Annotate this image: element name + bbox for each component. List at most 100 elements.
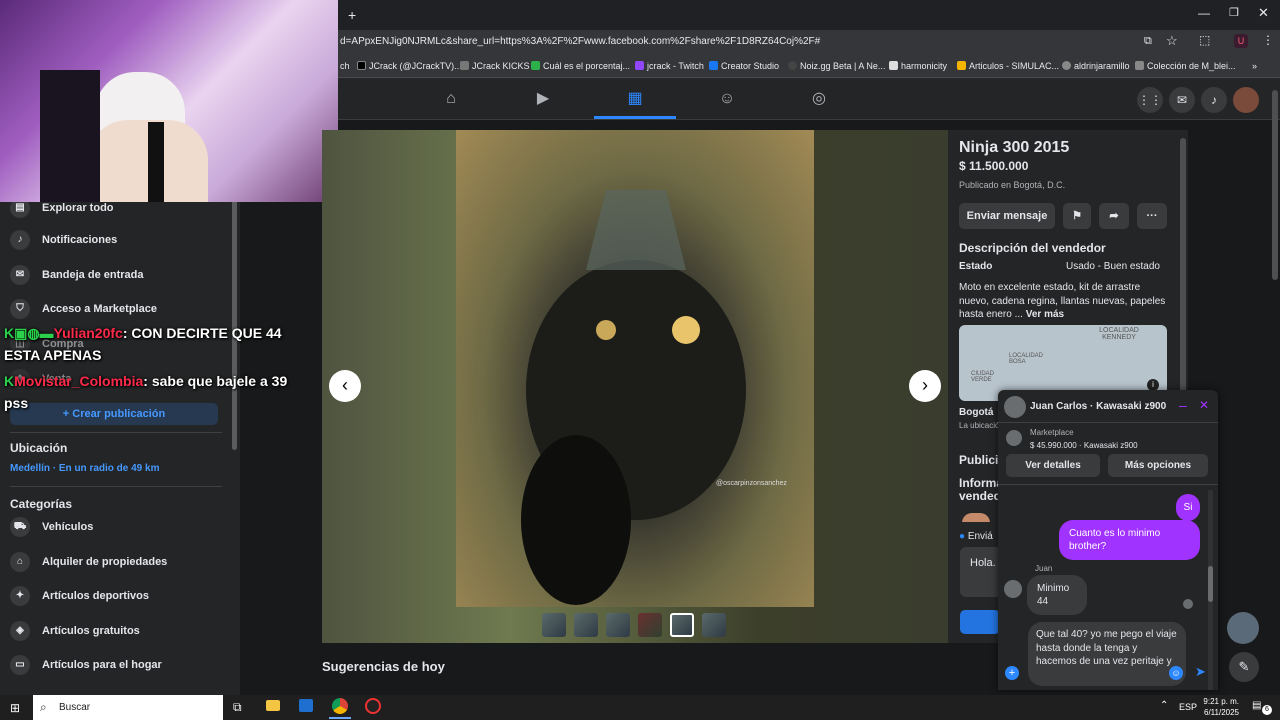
notification-icon[interactable]: ▤ [1252, 700, 1261, 711]
photo-thumbnail[interactable] [702, 613, 726, 637]
chat-scrollbar[interactable] [1208, 566, 1213, 602]
view-details-button[interactable]: Ver detalles [1006, 454, 1100, 477]
prev-photo-button[interactable]: ‹ [329, 370, 361, 402]
bookmark-item[interactable]: JCrack (@JCrackTV)... [357, 61, 462, 71]
category-rentals[interactable]: ⌂ Alquiler de propiedades [10, 552, 167, 572]
bookmarks-more[interactable]: » [1252, 61, 1257, 71]
marketplace-label: Marketplace [1030, 428, 1074, 437]
listing-price: $ 11.500.000 [959, 159, 1029, 173]
chair-shape [40, 70, 100, 202]
send-icon[interactable]: ➤ [1195, 664, 1206, 680]
sidebar-item-notifications[interactable]: ♪ Notificaciones [10, 230, 117, 250]
gaming-icon[interactable]: ◎ [808, 88, 830, 110]
bell-icon[interactable]: ♪ [1201, 87, 1227, 113]
search-placeholder: Buscar [59, 702, 91, 713]
minimize-chat-icon[interactable]: – [1179, 397, 1187, 413]
bookmark-item[interactable]: Noiz.gg Beta | A Ne... [788, 61, 885, 71]
message-box-area: ● Enviá Hola. [949, 522, 1020, 643]
send-button[interactable] [960, 610, 1000, 634]
close-icon[interactable]: ✕ [1258, 5, 1269, 21]
install-icon[interactable]: ⧉ [1144, 35, 1152, 48]
restore-icon[interactable]: ❐ [1229, 6, 1239, 19]
condition-label: Estado [959, 261, 993, 272]
see-more-link[interactable]: Ver más [1026, 309, 1064, 320]
more-options-icon[interactable]: ··· [1137, 203, 1167, 229]
profile-icon[interactable]: U [1234, 34, 1248, 48]
file-explorer-icon[interactable] [266, 700, 280, 711]
star-icon[interactable]: ☆ [1166, 33, 1178, 49]
bookmark-item[interactable]: JCrack KICKS [460, 61, 530, 71]
obs-icon[interactable] [365, 698, 381, 714]
x-icon [357, 61, 366, 70]
marketplace-icon[interactable]: ▦ [624, 88, 646, 110]
clock-time[interactable]: 9:21 p. m. [1203, 697, 1239, 706]
close-chat-icon[interactable]: ✕ [1199, 398, 1209, 412]
category-vehicles[interactable]: ⛟ Vehículos [10, 517, 93, 537]
car-icon: ⛟ [10, 517, 30, 537]
photo-thumbnail[interactable] [670, 613, 694, 637]
extensions-icon[interactable]: ⬚ [1199, 33, 1210, 47]
location-link[interactable]: Medellín · En un radio de 49 km [10, 463, 159, 474]
home-icon[interactable]: ⌂ [440, 88, 462, 110]
menu-grid-icon[interactable]: ⋮⋮ [1137, 87, 1163, 113]
condition-value: Usado - Buen estado [1066, 261, 1160, 272]
description-title: Descripción del vendedor [959, 241, 1106, 255]
chat-avatar[interactable] [1004, 396, 1026, 418]
more-options-button[interactable]: Más opciones [1108, 454, 1208, 477]
drive-icon [957, 61, 966, 70]
chevron-up-icon[interactable]: ⌃ [1160, 700, 1168, 711]
messenger-icon[interactable]: ✉ [1169, 87, 1195, 113]
page-icon [1135, 61, 1144, 70]
message-bubble-sent: Cuanto es lo minimo brother? [1059, 520, 1200, 560]
next-photo-button[interactable]: › [909, 370, 941, 402]
add-icon[interactable]: + [1005, 666, 1019, 680]
category-free[interactable]: ◈ Artículos gratuitos [10, 621, 140, 641]
photo-thumbnail[interactable] [542, 613, 566, 637]
language-indicator[interactable]: ESP [1179, 702, 1197, 712]
sidebar-item-access[interactable]: ⛉ Acceso a Marketplace [10, 299, 157, 319]
photo-thumbnail[interactable] [606, 613, 630, 637]
badge-icon: K▣◍▬ [4, 325, 54, 341]
product-label: $ 45.990.000 · Kawasaki z900 [1030, 441, 1138, 450]
task-view-icon[interactable]: ⧉ [233, 700, 242, 715]
chrome-icon[interactable] [332, 698, 348, 714]
badge-icon: K [4, 373, 15, 389]
photo-thumbnail[interactable] [574, 613, 598, 637]
page-scrollbar[interactable] [1272, 90, 1278, 280]
photo-thumbnail[interactable] [638, 613, 662, 637]
outlook-icon[interactable] [299, 699, 313, 712]
category-sports[interactable]: ✦ Artículos deportivos [10, 586, 149, 606]
message-bubble-sent: Si [1176, 494, 1200, 521]
chat-draft-input[interactable]: Que tal 40? yo me pego el viaje hasta do… [1028, 622, 1186, 686]
emoji-icon[interactable]: ☺ [1169, 666, 1183, 680]
share-icon[interactable]: ➦ [1099, 203, 1129, 229]
video-icon[interactable]: ▶ [532, 88, 554, 110]
save-icon[interactable]: ⚑ [1063, 203, 1091, 229]
menu-icon[interactable]: ⋮ [1262, 33, 1274, 47]
category-home[interactable]: ▭ Artículos para el hogar [10, 655, 162, 675]
clock-date[interactable]: 6/11/2025 [1203, 708, 1239, 717]
bookmark-item[interactable]: Colección de M_blei... [1135, 61, 1236, 71]
minimize-icon[interactable]: — [1198, 6, 1210, 20]
windows-start-icon[interactable]: ⊞ [10, 701, 20, 715]
bookmark-item[interactable]: Cuál es el porcentaj... [531, 61, 630, 71]
send-message-button[interactable]: Enviar mensaje [959, 203, 1055, 229]
chat-header-title[interactable]: Juan Carlos · Kawasaki z900 [1030, 401, 1166, 412]
new-message-icon[interactable]: ✎ [1229, 652, 1259, 682]
avatar[interactable] [1233, 87, 1259, 113]
new-tab-button[interactable]: + [348, 7, 356, 23]
bookmark-item[interactable]: harmonicity [889, 61, 947, 71]
taskbar-search[interactable]: ⌕ Buscar [33, 695, 223, 720]
bookmark-item[interactable]: Articulos - SIMULAC... [957, 61, 1059, 71]
bookmark-item[interactable]: ch [340, 61, 350, 71]
listing-photo: @oscarpinzonsanchez [456, 130, 814, 607]
bookmark-item[interactable]: jcrack - Twitch [635, 61, 704, 71]
groups-icon[interactable]: ☺ [716, 88, 738, 110]
bookmark-item[interactable]: aldrinjaramillo [1062, 61, 1130, 71]
chat-head-avatar[interactable] [1227, 612, 1259, 644]
bookmark-item[interactable]: Creator Studio [709, 61, 779, 71]
runner-icon: ✦ [10, 586, 30, 606]
sidebar-item-inbox[interactable]: ✉ Bandeja de entrada [10, 265, 143, 285]
url-text[interactable]: d=APpxENJig0NJRMLc&share_url=https%3A%2F… [340, 36, 820, 47]
seen-avatar [1183, 599, 1193, 609]
